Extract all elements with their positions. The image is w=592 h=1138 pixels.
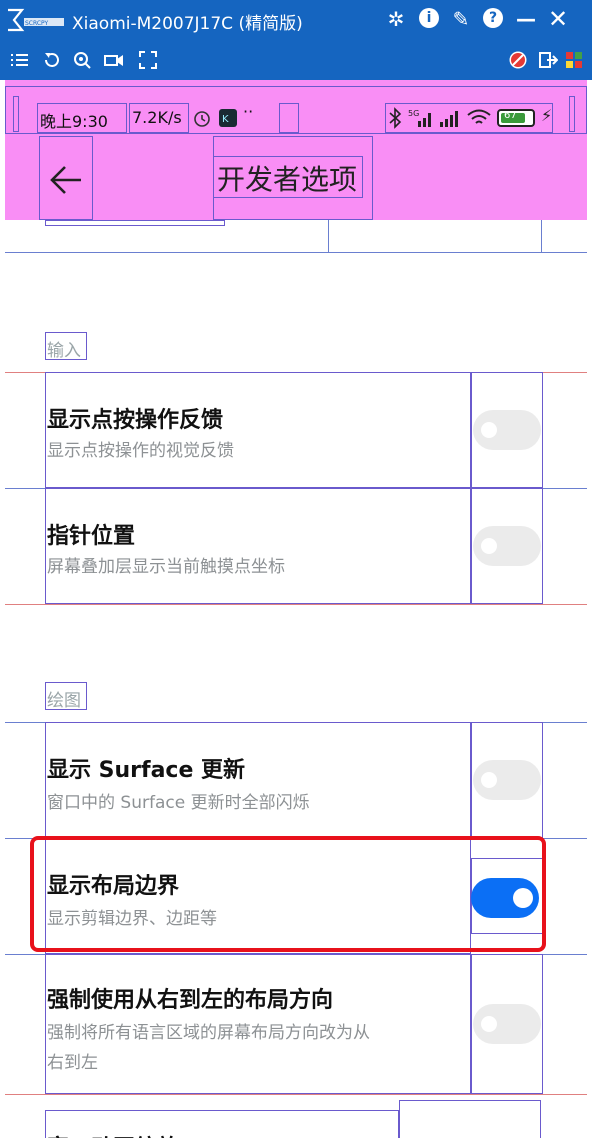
highlight-box <box>30 836 546 952</box>
charging-icon: ⚡ <box>541 106 553 125</box>
item-subtitle-line2: 右到左 <box>47 1053 98 1073</box>
scrcpy-logo-icon: SCRCPY <box>8 8 64 32</box>
toggle-switch-off[interactable] <box>473 410 541 450</box>
item-subtitle: 显示点按操作的视觉反馈 <box>47 441 234 461</box>
item-subtitle-line1: 强制将所有语言区域的屏幕布局方向改为从 <box>47 1023 370 1043</box>
pin-icon[interactable]: ✎ <box>448 6 474 32</box>
exit-icon[interactable] <box>538 50 558 70</box>
rotate-icon[interactable] <box>42 50 62 70</box>
minimize-icon[interactable]: — <box>513 6 539 32</box>
svg-text:K: K <box>222 114 229 125</box>
status-net-speed: 7.2K/s <box>132 108 182 127</box>
settings-icon[interactable]: ✲ <box>383 6 409 32</box>
signal-hd-icon: 5G <box>408 109 431 127</box>
svg-text:5G: 5G <box>408 109 419 118</box>
window-titlebar: SCRCPY Xiaomi-M2007J17C (精简版) ✲ i ✎ ? — … <box>0 0 592 40</box>
setting-item-window-animation-scale[interactable]: 窗口动画缩放 <box>5 1100 587 1138</box>
item-title: 指针位置 <box>47 524 136 549</box>
page-title: 开发者选项 <box>217 163 358 196</box>
screenshot-icon[interactable] <box>72 50 92 70</box>
bluetooth-icon <box>389 107 402 129</box>
no-touch-icon[interactable] <box>508 50 528 70</box>
alarm-icon <box>194 111 210 127</box>
toggle-switch-off[interactable] <box>473 1004 541 1044</box>
apps-grid-icon[interactable] <box>564 50 584 70</box>
item-title: 显示 Surface 更新 <box>47 758 246 783</box>
setting-item-force-rtl[interactable]: 强制使用从右到左的布局方向 强制将所有语言区域的屏幕布局方向改为从 右到左 <box>5 954 587 1094</box>
fullscreen-icon[interactable] <box>138 50 158 70</box>
setting-item-show-taps[interactable]: 显示点按操作反馈 显示点按操作的视觉反馈 <box>5 372 587 488</box>
close-icon[interactable]: ✕ <box>545 6 571 32</box>
item-subtitle: 窗口中的 Surface 更新时全部闪烁 <box>47 793 310 813</box>
battery-level: 67 <box>504 110 517 121</box>
toggle-switch-off[interactable] <box>473 526 541 566</box>
window-title: Xiaomi-M2007J17C (精简版) <box>72 14 303 34</box>
svg-text:SCRCPY: SCRCPY <box>25 20 49 27</box>
status-time: 晚上9:30 <box>40 112 108 131</box>
device-screen: 晚上9:30 7.2K/s K ·· 5G 67 ⚡ 开发者选项 输入 显示点按… <box>5 80 587 1138</box>
status-bar: 晚上9:30 7.2K/s K ·· 5G 67 ⚡ <box>5 80 587 136</box>
item-title: 窗口动画缩放 <box>47 1130 179 1138</box>
window-toolbar <box>0 40 592 80</box>
item-title: 显示点按操作反馈 <box>47 408 224 433</box>
setting-item-pointer-location[interactable]: 指针位置 屏幕叠加层显示当前触摸点坐标 <box>5 488 587 604</box>
wifi-icon <box>467 109 491 124</box>
menu-icon[interactable] <box>10 50 30 70</box>
toggle-switch-off[interactable] <box>473 760 541 800</box>
setting-item-show-surface-updates[interactable]: 显示 Surface 更新 窗口中的 Surface 更新时全部闪烁 <box>5 722 587 838</box>
item-subtitle: 屏幕叠加层显示当前触摸点坐标 <box>47 557 285 577</box>
signal-icon <box>440 111 458 127</box>
app-notification-icon: K <box>219 109 237 127</box>
back-arrow-icon[interactable] <box>43 158 93 202</box>
record-icon[interactable] <box>104 50 124 70</box>
item-title: 强制使用从右到左的布局方向 <box>47 988 334 1013</box>
status-more: ·· <box>243 102 254 121</box>
battery-icon: 67 <box>497 109 535 127</box>
help-icon[interactable]: ? <box>483 8 503 28</box>
info-icon[interactable]: i <box>419 8 439 28</box>
